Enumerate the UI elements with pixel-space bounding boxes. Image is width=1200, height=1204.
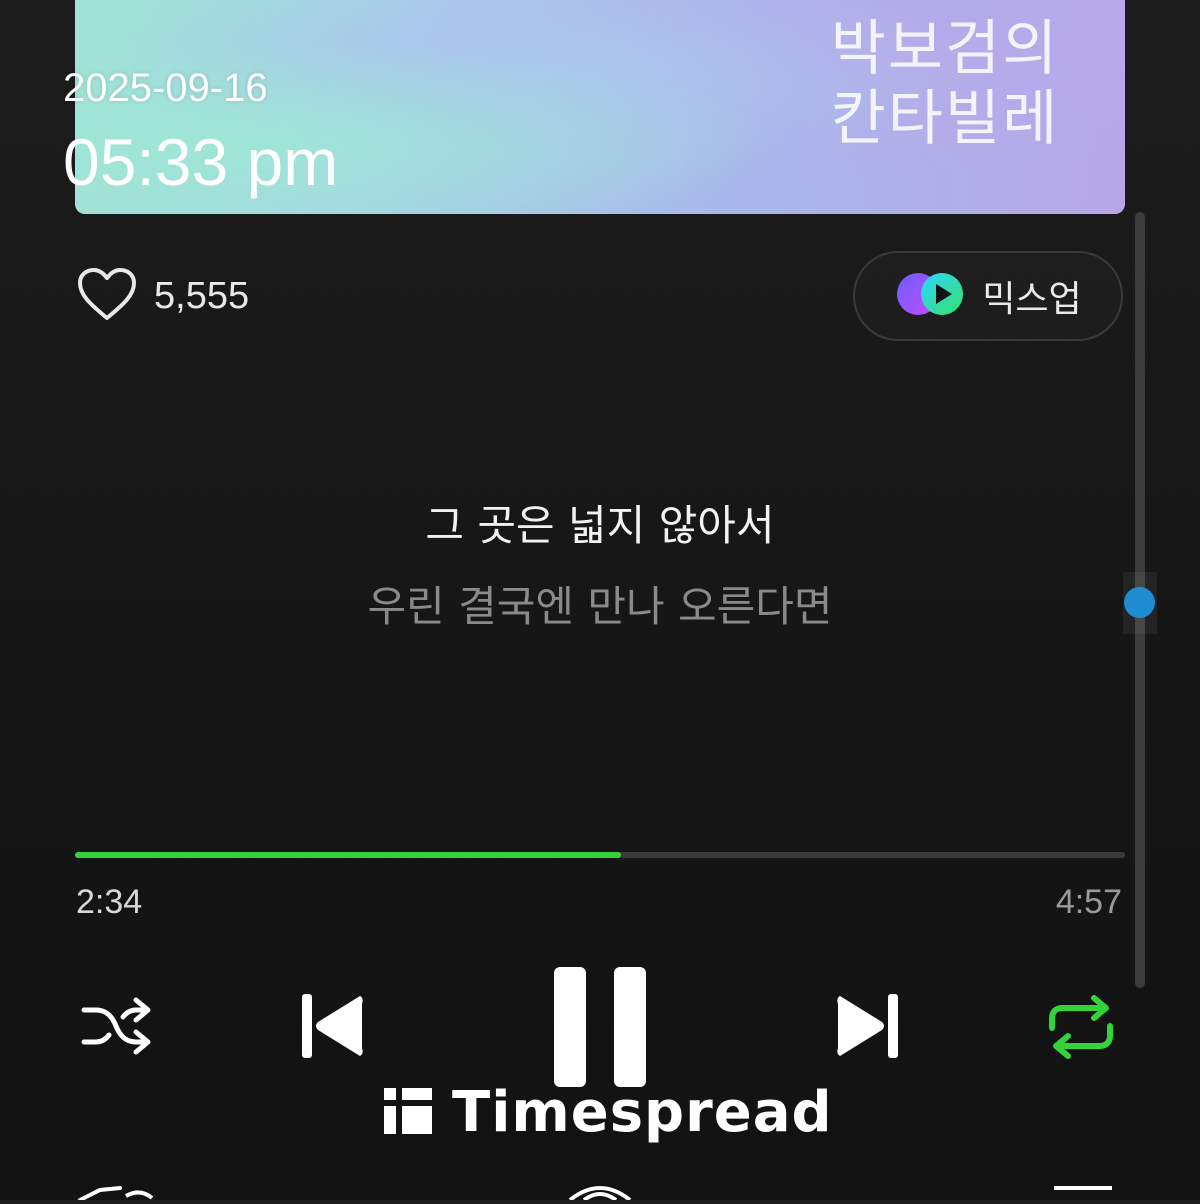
mixup-button[interactable]: 믹스업 <box>853 251 1123 341</box>
mixup-label: 믹스업 <box>982 279 1082 320</box>
like-count: 5,555 <box>154 274 250 317</box>
bottom-bar-peek <box>0 1176 1200 1202</box>
shuffle-button[interactable] <box>80 996 152 1056</box>
watermark: Timespread <box>382 1080 833 1145</box>
timespread-logo-icon <box>382 1086 434 1140</box>
repeat-icon <box>1044 994 1118 1060</box>
next-button[interactable] <box>834 990 902 1062</box>
lyric-next-line: 우린 결국엔 만나 오른다면 <box>367 582 833 631</box>
watermark-text: Timespread <box>452 1080 833 1145</box>
lyric-current-line: 그 곳은 넓지 않아서 <box>425 501 775 550</box>
skip-next-icon <box>834 990 902 1062</box>
total-time: 4:57 <box>1055 883 1122 921</box>
heart-outline-icon[interactable] <box>76 266 138 326</box>
shuffle-icon <box>80 996 152 1056</box>
album-title: 박보검의 칸타빌레 <box>830 14 1060 154</box>
pause-button[interactable] <box>552 965 648 1089</box>
progress-bar[interactable] <box>75 852 1125 858</box>
elapsed-time: 2:34 <box>76 883 143 921</box>
progress-fill <box>75 852 621 858</box>
bottom-bar-icons <box>78 1186 1112 1202</box>
repeat-button[interactable] <box>1044 994 1118 1060</box>
overlay-time: 05:33 pm <box>63 125 339 199</box>
like-row: 5,555 <box>76 266 249 326</box>
mixup-logo-icon <box>894 270 968 322</box>
pause-icon <box>552 965 648 1089</box>
scroll-position-dot[interactable] <box>1124 587 1155 618</box>
overlay-date: 2025-09-16 <box>63 66 268 110</box>
skip-previous-icon <box>298 990 366 1062</box>
previous-button[interactable] <box>298 990 366 1062</box>
